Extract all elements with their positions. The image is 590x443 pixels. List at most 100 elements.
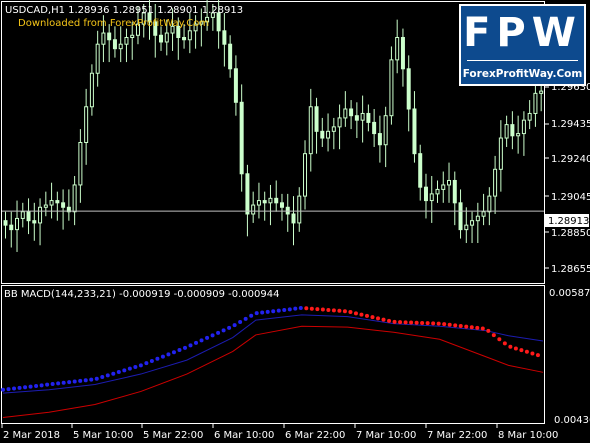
macd-dot bbox=[205, 335, 210, 340]
macd-dot bbox=[453, 323, 458, 328]
macd-dot bbox=[67, 380, 72, 385]
macd-dot bbox=[403, 320, 408, 325]
macd-dot bbox=[337, 308, 342, 313]
candle-body bbox=[182, 37, 187, 41]
macd-dot bbox=[282, 307, 287, 312]
macd-dot bbox=[254, 311, 259, 316]
candle-body bbox=[354, 115, 359, 121]
macd-dot bbox=[436, 321, 441, 326]
candle-body bbox=[20, 211, 25, 219]
candle-body bbox=[493, 168, 498, 197]
macd-dot bbox=[442, 322, 447, 327]
logo-divider bbox=[467, 60, 578, 61]
macd-dot bbox=[171, 350, 176, 355]
candle-body bbox=[9, 224, 14, 231]
macd-dot bbox=[464, 324, 469, 329]
candle-body bbox=[331, 126, 336, 132]
macd-dot bbox=[127, 366, 132, 371]
candle-body bbox=[377, 133, 382, 146]
candle-body bbox=[406, 68, 411, 110]
macd-dot bbox=[232, 323, 237, 328]
candle-body bbox=[101, 32, 106, 45]
macd-dot bbox=[519, 348, 524, 353]
macd-dot bbox=[94, 376, 99, 381]
macd-dot bbox=[56, 381, 61, 386]
macd-dot bbox=[304, 306, 309, 311]
time-label: 8 Mar 10:00 bbox=[498, 430, 558, 441]
macd-dot bbox=[45, 382, 50, 387]
price-label: 1.29240 bbox=[551, 154, 590, 165]
candle-body bbox=[61, 202, 66, 208]
logo-site: ForexProfitWay.Com bbox=[462, 68, 583, 80]
candle-body bbox=[516, 133, 521, 137]
macd-dot bbox=[155, 356, 160, 361]
macd-dot bbox=[122, 368, 127, 373]
download-note: Downloaded from ForexProfitWay.Com bbox=[18, 18, 209, 29]
macd-dot bbox=[535, 353, 540, 358]
macd-dot bbox=[387, 318, 392, 323]
candle-body bbox=[26, 211, 31, 222]
candle-body bbox=[239, 101, 244, 175]
macd-dot bbox=[188, 343, 193, 348]
macd-dot bbox=[309, 306, 314, 311]
macd-dot bbox=[348, 310, 353, 315]
macd-dot bbox=[530, 351, 535, 356]
candle-body bbox=[343, 108, 348, 119]
candle-body bbox=[89, 72, 94, 108]
macd-dot bbox=[376, 316, 381, 321]
macd-dot bbox=[409, 320, 414, 325]
price-label: 1.29435 bbox=[551, 119, 590, 130]
candle-body bbox=[395, 37, 400, 61]
candle-body bbox=[38, 206, 43, 224]
price-axis: 1.29630 1.29435 1.29240 1.29045 1.28850 … bbox=[545, 82, 590, 275]
candle-body bbox=[222, 30, 227, 45]
macd-dot bbox=[469, 325, 474, 330]
candle-body bbox=[251, 204, 256, 215]
candle-body bbox=[78, 142, 83, 186]
macd-dot bbox=[17, 385, 22, 390]
time-axis: 2 Mar 2018 5 Mar 10:00 5 Mar 22:00 6 Mar… bbox=[1, 424, 558, 441]
candle-body bbox=[389, 59, 394, 117]
macd-dot bbox=[100, 375, 105, 380]
price-label: 1.29045 bbox=[551, 192, 590, 203]
candle-body bbox=[274, 197, 279, 204]
macd-dot bbox=[34, 383, 39, 388]
candle-body bbox=[447, 179, 452, 186]
macd-dot bbox=[182, 345, 187, 350]
candle-body bbox=[539, 90, 544, 94]
indicator-min-label: 0.00436 bbox=[554, 415, 590, 426]
candle-body bbox=[504, 124, 509, 139]
candle-body bbox=[15, 217, 20, 231]
candle-body bbox=[32, 220, 37, 224]
macd-dot bbox=[414, 320, 419, 325]
candle-body bbox=[303, 153, 308, 197]
macd-dot bbox=[72, 379, 77, 384]
candle-body bbox=[458, 202, 463, 231]
macd-dot bbox=[315, 307, 320, 312]
candle-body bbox=[297, 195, 302, 224]
macd-dot bbox=[28, 384, 33, 389]
macd-dot bbox=[353, 311, 358, 316]
macd-dot bbox=[392, 319, 397, 324]
macd-dot bbox=[320, 307, 325, 312]
macd-dot bbox=[50, 382, 55, 387]
candle-body bbox=[308, 106, 313, 155]
candle-body bbox=[291, 213, 296, 224]
current-price-label: 1.28913 bbox=[548, 216, 589, 227]
bb-macd-plot bbox=[1, 306, 544, 419]
indicator-axis: 0.005878 0.00436 bbox=[549, 288, 590, 426]
macd-dot bbox=[491, 333, 496, 338]
candle-body bbox=[412, 108, 417, 155]
macd-dot bbox=[447, 322, 452, 327]
macd-dot bbox=[1, 387, 5, 392]
macd-dot bbox=[133, 365, 138, 370]
candle-body bbox=[159, 34, 164, 43]
macd-dot bbox=[524, 349, 529, 354]
macd-dot bbox=[398, 320, 403, 325]
bb-lower-band bbox=[2, 325, 544, 419]
indicator-panel-frame bbox=[1, 285, 545, 424]
candle-body bbox=[475, 215, 480, 222]
candle-body bbox=[481, 211, 486, 217]
candle-body bbox=[527, 112, 532, 121]
candle-body bbox=[233, 68, 238, 103]
